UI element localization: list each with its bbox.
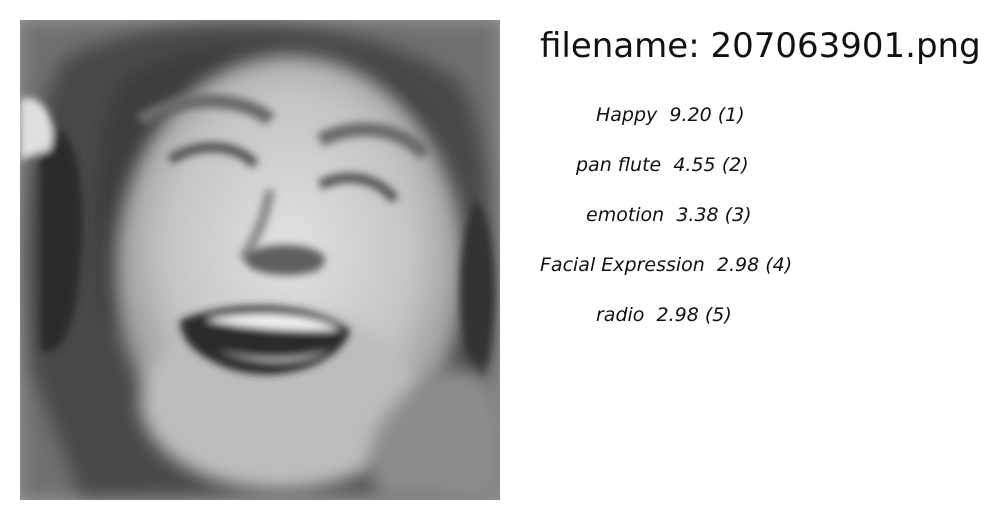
prediction-score: 9.20 bbox=[669, 104, 712, 126]
prediction-item: Facial Expression 2.98 (4) bbox=[540, 253, 792, 277]
filename-label: filename: 207063901.png bbox=[540, 26, 981, 66]
face-photo-drawing bbox=[20, 20, 500, 500]
prediction-rank: (1) bbox=[717, 104, 745, 126]
prediction-label: Happy bbox=[596, 104, 658, 126]
prediction-score: 4.55 bbox=[673, 154, 716, 176]
prediction-item: emotion 3.38 (3) bbox=[586, 203, 752, 227]
prediction-rank: (2) bbox=[721, 154, 749, 176]
prediction-score: 2.98 bbox=[656, 304, 699, 326]
prediction-item: radio 2.98 (5) bbox=[596, 303, 732, 327]
prediction-label: radio bbox=[596, 304, 645, 326]
prediction-rank: (5) bbox=[704, 304, 732, 326]
prediction-label: emotion bbox=[586, 204, 665, 226]
prediction-label: pan flute bbox=[576, 154, 662, 176]
prediction-rank: (4) bbox=[765, 254, 793, 276]
prediction-item: pan flute 4.55 (2) bbox=[576, 153, 749, 177]
face-photo bbox=[20, 20, 500, 500]
prediction-score: 3.38 bbox=[676, 204, 719, 226]
prediction-item: Happy 9.20 (1) bbox=[596, 103, 745, 127]
prediction-label: Facial Expression bbox=[540, 254, 705, 276]
prediction-score: 2.98 bbox=[716, 254, 760, 276]
prediction-rank: (3) bbox=[724, 204, 752, 226]
